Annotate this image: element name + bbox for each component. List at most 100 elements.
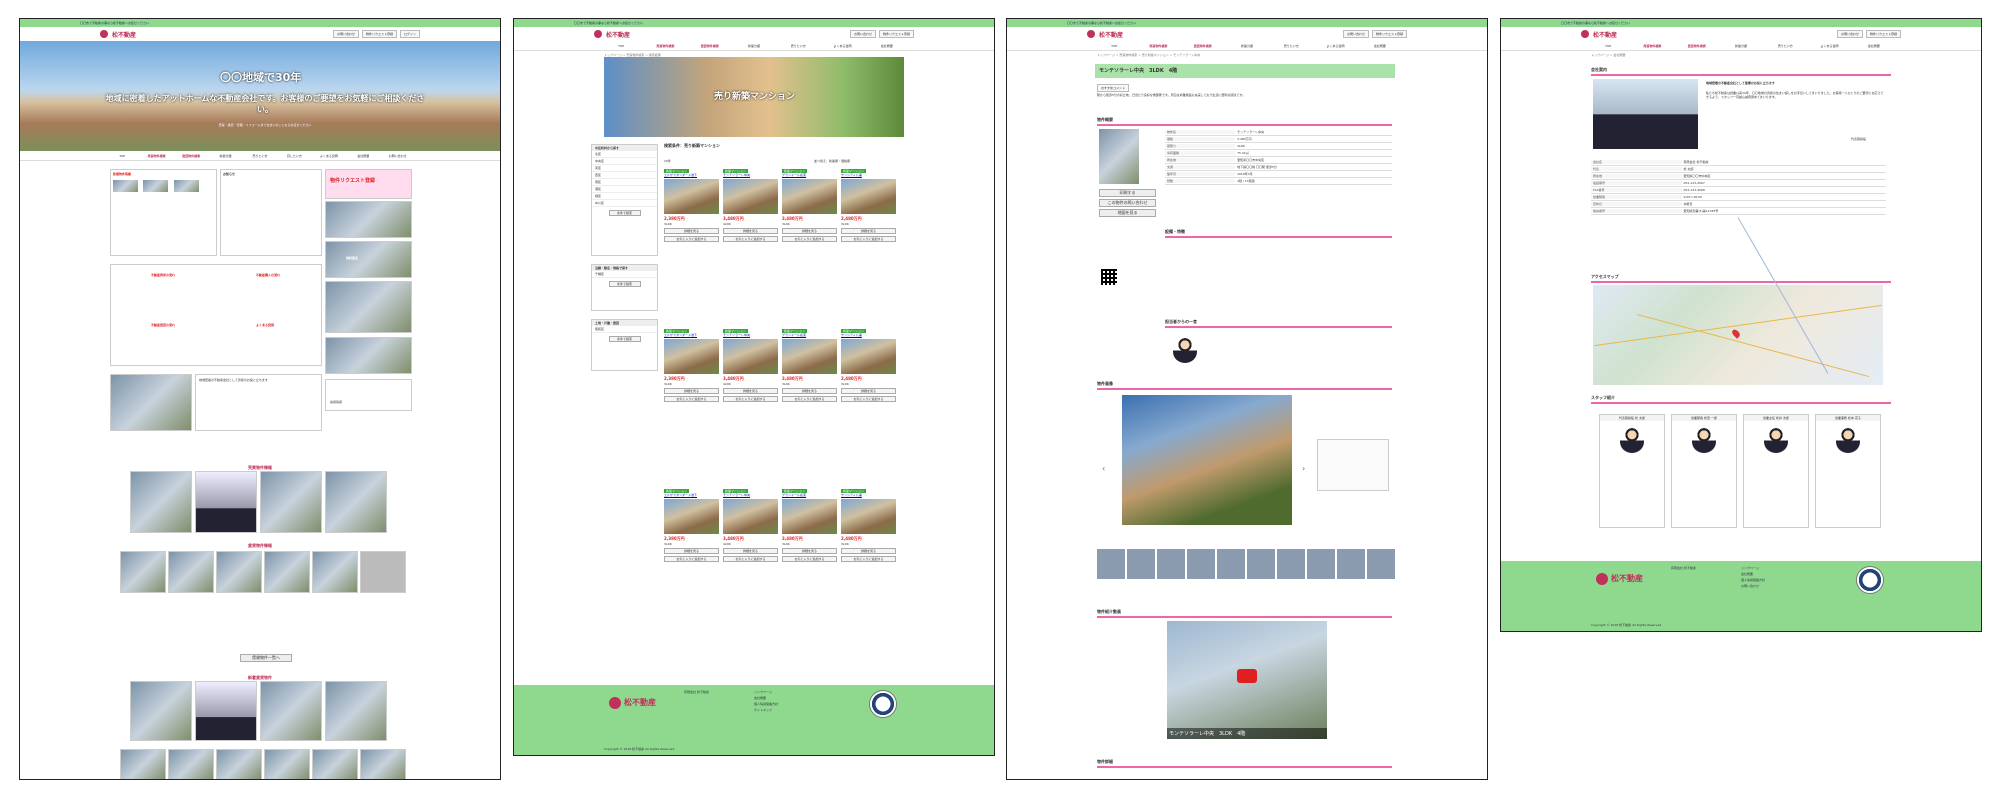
card-photo[interactable]: [782, 179, 837, 214]
result-card[interactable]: 新築マンション モンテソラーレ中央 3,480万円 4LDK 詳細を見る お気に入りに追加…: [723, 329, 778, 479]
footer-link[interactable]: 個人情報保護方針: [754, 702, 778, 707]
result-card[interactable]: 新築マンション エルザスタンダード池下 2,380万円 3LDK 詳細を見る お気に入りに…: [664, 489, 719, 639]
favorite-button[interactable]: お気に入りに追加する: [841, 556, 896, 562]
detail-button[interactable]: 詳細を見る: [723, 388, 778, 394]
rent-flow-link[interactable]: 不動産賃貸の流れ: [151, 323, 175, 327]
footer-link[interactable]: 会社概要: [754, 696, 766, 701]
play-icon[interactable]: [1237, 669, 1257, 683]
card-photo[interactable]: [664, 499, 719, 534]
nav-top[interactable]: TOP: [105, 154, 139, 158]
contact-button[interactable]: お問い合わせ: [849, 30, 876, 38]
card-photo[interactable]: [782, 499, 837, 534]
faq-link[interactable]: よくある質問: [256, 323, 274, 327]
footer-link[interactable]: リンクページ: [754, 690, 772, 695]
result-card[interactable]: 新築マンション グランドール名東 3,480万円 3LDK 詳細を見る お気に入りに追加す…: [782, 329, 837, 479]
rent-thumb[interactable]: [216, 551, 262, 593]
favorite-button[interactable]: お気に入りに追加する: [723, 236, 778, 242]
inquiry-button[interactable]: この物件の問い合わせ: [1099, 199, 1156, 207]
video-player[interactable]: モンテソラーレ中央 3LDK 4階: [1167, 621, 1327, 739]
nav-new[interactable]: 新築分譲: [1225, 44, 1269, 48]
detail-button[interactable]: 詳細を見る: [841, 388, 896, 394]
footer-link[interactable]: 個人情報保護方針: [1741, 578, 1765, 583]
nav-faq[interactable]: よくある質問: [1807, 44, 1851, 48]
nav-company[interactable]: 会社概要: [346, 154, 380, 158]
result-card[interactable]: 新築マンション サンシティ八事 2,480万円 3LDK 詳細を見る お気に入りに追加する: [841, 169, 896, 319]
detail-button[interactable]: 詳細を見る: [664, 228, 719, 234]
favorite-button[interactable]: お気に入りに追加する: [723, 396, 778, 402]
favorite-button[interactable]: お気に入りに追加する: [664, 556, 719, 562]
sidebar-item[interactable]: 中央区: [592, 158, 657, 165]
sidebar-item[interactable]: 西区: [592, 172, 657, 179]
card-photo[interactable]: [841, 339, 896, 374]
card-title-link[interactable]: モンテソラーレ中央: [723, 493, 778, 497]
result-card[interactable]: 新築マンション モンテソラーレ中央 3,480万円 4LDK 詳細を見る お気に入りに追加…: [723, 169, 778, 319]
sort-control[interactable]: 並べ替え：新着順・価格順: [814, 159, 850, 163]
listing-thumb[interactable]: [113, 180, 138, 192]
rent-thumb[interactable]: [168, 551, 214, 593]
rent-thumb[interactable]: [312, 551, 358, 593]
favorite-button[interactable]: お気に入りに追加する: [664, 396, 719, 402]
feature-image[interactable]: [325, 471, 387, 533]
gallery-next-icon[interactable]: ›: [1302, 464, 1305, 473]
sidebar-item[interactable]: 千種区: [592, 271, 657, 278]
card-title-link[interactable]: グランドール名東: [782, 333, 837, 337]
login-button[interactable]: ログイン: [399, 30, 420, 38]
nav-faq[interactable]: よくある質問: [312, 154, 346, 158]
card-title-link[interactable]: エルザスタンダード池下: [664, 493, 719, 497]
sidebar-item[interactable]: 昭和区: [592, 326, 657, 333]
gallery-main-photo[interactable]: [1122, 395, 1292, 525]
result-card[interactable]: 新築マンション エルザスタンダード池下 2,380万円 3LDK 詳細を見る お気に入りに…: [664, 169, 719, 319]
nav-company[interactable]: 会社概要: [1852, 44, 1896, 48]
banner-image[interactable]: [325, 337, 412, 374]
map-button[interactable]: 地図を見る: [1099, 209, 1156, 217]
floor-plan[interactable]: [1317, 439, 1389, 491]
request-button[interactable]: 物件リクエスト登録: [1865, 30, 1901, 38]
nav-sell[interactable]: 売りたい方: [243, 154, 277, 158]
contact-button[interactable]: お問い合わせ: [332, 30, 359, 38]
request-button[interactable]: 物件リクエスト登録: [1371, 30, 1407, 38]
result-card[interactable]: 新築マンション モンテソラーレ中央 3,480万円 4LDK 詳細を見る お気に入りに追加…: [723, 489, 778, 639]
result-card[interactable]: 新築マンション グランドール名東 3,480万円 3LDK 詳細を見る お気に入りに追加す…: [782, 169, 837, 319]
card-photo[interactable]: [664, 179, 719, 214]
feature-image[interactable]: [260, 471, 322, 533]
free-assess-banner[interactable]: 無料査定: [325, 241, 412, 278]
card-title-link[interactable]: モンテソラーレ中央: [723, 333, 778, 337]
search-button[interactable]: 条件で検索: [608, 210, 641, 216]
no-image-thumb[interactable]: [360, 551, 406, 593]
card-photo[interactable]: [723, 499, 778, 534]
card-photo[interactable]: [841, 179, 896, 214]
sidebar-item[interactable]: 北区: [592, 151, 657, 158]
rent-thumb[interactable]: [168, 749, 214, 779]
brand-logo[interactable]: 松不動産: [1099, 30, 1123, 39]
card-photo[interactable]: [841, 499, 896, 534]
nav-sell[interactable]: 売りたい方: [1763, 44, 1807, 48]
feature-image[interactable]: [130, 681, 192, 741]
listing-thumb[interactable]: [143, 180, 169, 192]
contact-button[interactable]: お問い合わせ: [1342, 30, 1369, 38]
nav-rent[interactable]: 賃貸物件検索: [688, 44, 732, 48]
nav-top[interactable]: TOP: [599, 44, 643, 48]
nav-buy[interactable]: 売買物件検索: [139, 154, 173, 158]
nav-sell[interactable]: 売りたい方: [776, 44, 820, 48]
feature-image[interactable]: [195, 681, 257, 741]
brand-logo[interactable]: 松不動産: [1593, 30, 1617, 39]
detail-button[interactable]: 詳細を見る: [782, 228, 837, 234]
favorite-button[interactable]: お気に入りに追加する: [841, 396, 896, 402]
rent-thumb[interactable]: [312, 749, 358, 779]
nav-rent[interactable]: 賃貸物件検索: [174, 154, 208, 158]
nav-new[interactable]: 新築分譲: [1719, 44, 1763, 48]
nav-new[interactable]: 新築分譲: [732, 44, 776, 48]
nav-company[interactable]: 会社概要: [865, 44, 909, 48]
favorite-button[interactable]: お気に入りに追加する: [782, 396, 837, 402]
result-card[interactable]: 新築マンション グランドール名東 3,480万円 3LDK 詳細を見る お気に入りに追加す…: [782, 489, 837, 639]
detail-button[interactable]: 詳細を見る: [782, 388, 837, 394]
rent-thumb[interactable]: [216, 749, 262, 779]
detail-button[interactable]: 詳細を見る: [782, 548, 837, 554]
brand-logo[interactable]: 松不動産: [606, 30, 630, 39]
card-title-link[interactable]: エルザスタンダード池下: [664, 173, 719, 177]
nav-new[interactable]: 新築分譲: [208, 154, 242, 158]
card-title-link[interactable]: モンテソラーレ中央: [723, 173, 778, 177]
main-photo[interactable]: [1099, 129, 1139, 184]
favorite-button[interactable]: お気に入りに追加する: [782, 556, 837, 562]
favorite-button[interactable]: お気に入りに追加する: [782, 236, 837, 242]
